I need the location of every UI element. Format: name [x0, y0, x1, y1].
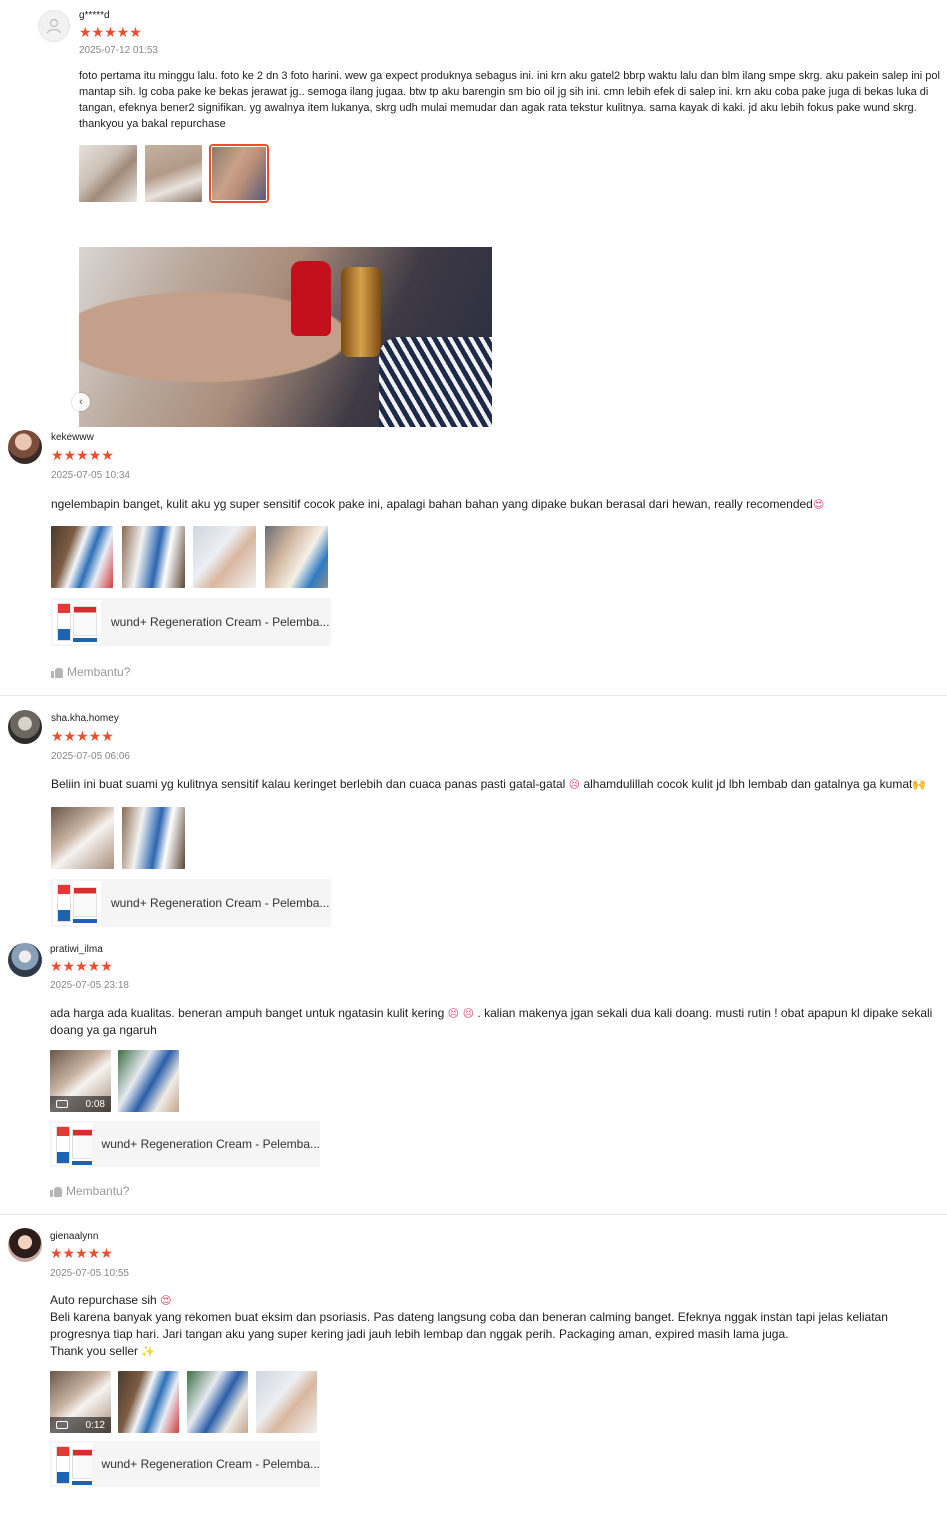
thumbs-up-icon [50, 1186, 62, 1197]
sparkles-emoji-icon: ✨ [141, 1345, 156, 1358]
review-text-body-2: alhamdulillah cocok kulit jd lbh lembab … [583, 777, 913, 791]
rating-stars: ★★★★★ [51, 447, 114, 463]
reviewer-name: g*****d [79, 10, 110, 21]
review-image-thumb[interactable] [122, 807, 185, 869]
review-image-thumb[interactable] [187, 1371, 248, 1433]
review-video-thumb[interactable]: 0:12 [50, 1371, 111, 1433]
review-text-line1: Auto repurchase sih 😍 [50, 1292, 947, 1309]
helpful-button[interactable]: Membantu? [51, 665, 130, 679]
helpful-button[interactable]: Membantu? [50, 1184, 129, 1198]
review-text: ngelembapin banget, kulit aku yg super s… [51, 496, 941, 513]
reviewer-avatar [8, 943, 42, 977]
review-text-line3: Thank you seller ✨ [50, 1343, 947, 1360]
rating-stars: ★★★★★ [50, 958, 113, 974]
rating-stars: ★★★★★ [79, 24, 142, 40]
reviewer-name: gienaalynn [50, 1231, 99, 1242]
review-text: ada harga ada kualitas. beneran ampuh ba… [50, 1005, 947, 1039]
review-image-thumb[interactable] [79, 145, 137, 202]
product-name: wund+ Regeneration Cream - Pelemba... [101, 1457, 320, 1471]
video-camera-icon [56, 1100, 68, 1108]
review-text-body: Auto repurchase sih [50, 1293, 157, 1307]
video-camera-icon [56, 1421, 68, 1429]
review-image-thumb[interactable] [265, 526, 328, 588]
review-divider [0, 1214, 947, 1215]
rating-stars: ★★★★★ [50, 1245, 113, 1261]
photo-detail [341, 267, 381, 357]
reviewer-avatar [8, 430, 42, 464]
review-date: 2025-07-05 10:34 [51, 470, 130, 481]
review-image-thumb[interactable] [118, 1371, 179, 1433]
video-bar: 0:08 [50, 1096, 111, 1112]
photo-detail [291, 261, 331, 336]
product-card[interactable]: wund+ Regeneration Cream - Pelemba... [50, 1441, 320, 1487]
heart-eyes-emoji-icon: 😍 [160, 1294, 172, 1307]
review-image-thumb-selected[interactable] [209, 144, 269, 203]
reviewer-name: sha.kha.homey [51, 713, 119, 724]
review-image-thumb[interactable] [193, 526, 256, 588]
review-image-thumb[interactable] [118, 1050, 179, 1112]
reviewer-avatar [8, 1228, 42, 1262]
helpful-label: Membantu? [67, 665, 131, 679]
product-card[interactable]: wund+ Regeneration Cream - Pelemba... [51, 879, 331, 927]
review-image-thumb[interactable] [256, 1371, 317, 1433]
product-thumbnail [52, 1443, 92, 1485]
review-text: foto pertama itu minggu lalu. foto ke 2 … [79, 70, 940, 130]
product-card[interactable]: wund+ Regeneration Cream - Pelemba... [51, 598, 331, 646]
video-bar: 0:12 [50, 1417, 111, 1433]
review-image-thumb[interactable] [51, 807, 114, 869]
reviewer-avatar [38, 10, 70, 42]
helpful-label: Membantu? [66, 1184, 130, 1198]
photo-detail [379, 337, 492, 427]
chevron-left-icon[interactable]: ‹ [72, 393, 90, 411]
video-duration: 0:12 [85, 1419, 105, 1431]
review-text-body-2: Beli karena banyak yang rekomen buat eks… [50, 1310, 888, 1341]
review-text-body: Beliin ini buat suami yg kulitnya sensit… [51, 777, 566, 791]
review-video-thumb[interactable]: 0:08 [50, 1050, 111, 1112]
product-thumbnail [53, 600, 101, 644]
reviewer-avatar [8, 710, 42, 744]
review-date: 2025-07-05 06:06 [51, 751, 130, 762]
product-thumbnail [53, 881, 101, 925]
reviewer-name: pratiwi_ilma [50, 944, 103, 955]
review-text: Beliin ini buat suami yg kulitnya sensit… [51, 776, 947, 793]
review-image-thumb[interactable] [145, 145, 202, 202]
review-image-thumb[interactable] [51, 526, 113, 588]
thumbs-up-icon [51, 667, 63, 678]
product-card[interactable]: wund+ Regeneration Cream - Pelemba... [50, 1121, 320, 1167]
review-divider [0, 695, 947, 696]
hands-emoji-icon: 🙌 [912, 778, 927, 791]
user-silhouette-icon [46, 18, 62, 34]
product-thumbnail [52, 1123, 92, 1165]
review-text-body: ngelembapin banget, kulit aku yg super s… [51, 497, 813, 511]
rating-stars: ★★★★★ [51, 728, 114, 744]
review-text-body-3: Thank you seller [50, 1344, 139, 1358]
review-text: Auto repurchase sih 😍 Beli karena banyak… [50, 1292, 947, 1360]
review-date: 2025-07-05 10:55 [50, 1268, 129, 1279]
review-text-body: ada harga ada kualitas. beneran ampuh ba… [50, 1006, 445, 1020]
crying-emoji-icon: 😣 [568, 778, 581, 791]
crying-emoji-icon: 😣 😣 [447, 1007, 475, 1020]
review-image-preview[interactable] [79, 247, 492, 427]
heart-eyes-emoji-icon: 😍 [812, 498, 825, 511]
review-date: 2025-07-05 23:18 [50, 980, 129, 991]
reviewer-name: kekewww [51, 432, 94, 443]
review-image-thumb[interactable] [122, 526, 185, 588]
product-name: wund+ Regeneration Cream - Pelemba... [111, 896, 330, 910]
video-duration: 0:08 [85, 1098, 105, 1110]
product-name: wund+ Regeneration Cream - Pelemba... [101, 1137, 320, 1151]
product-name: wund+ Regeneration Cream - Pelemba... [111, 615, 330, 629]
review-date: 2025-07-12 01:53 [79, 45, 158, 56]
